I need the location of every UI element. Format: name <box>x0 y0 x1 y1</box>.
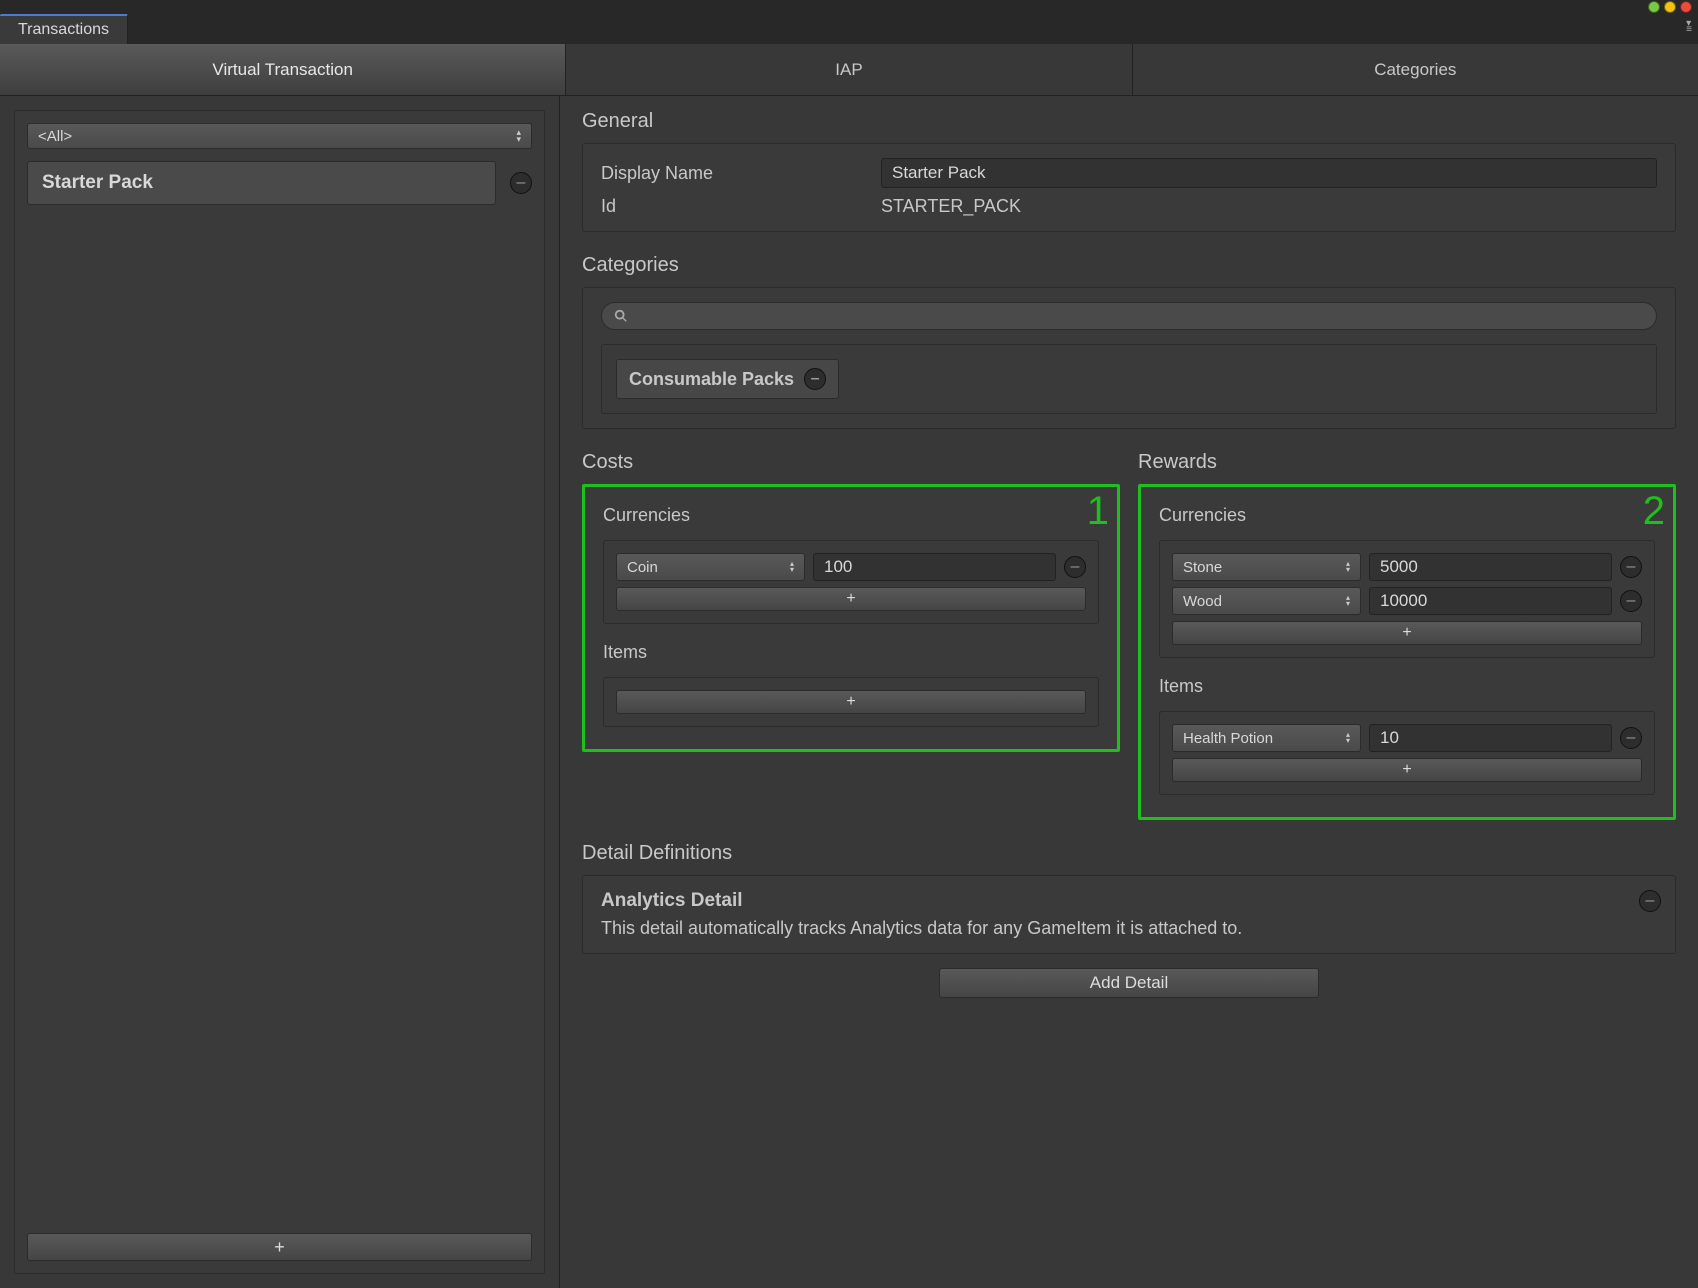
reward-currency-amount[interactable] <box>1369 553 1612 581</box>
costs-items-title: Items <box>603 642 1099 663</box>
tab-transactions[interactable]: Transactions <box>0 14 128 44</box>
rewards-items-title: Items <box>1159 676 1655 697</box>
cost-currency-name: Coin <box>627 559 658 576</box>
remove-reward-currency-button[interactable] <box>1620 556 1642 578</box>
sidebar-item-starter-pack[interactable]: Starter Pack <box>27 161 496 205</box>
general-title: General <box>582 110 1676 133</box>
rewards-annotation-number: 2 <box>1643 489 1665 534</box>
reward-item-row: Health Potion ▴▾ <box>1172 724 1642 752</box>
display-name-label: Display Name <box>601 163 881 184</box>
mode-iap[interactable]: IAP <box>566 44 1132 95</box>
reward-currency-row: Stone ▴▾ <box>1172 553 1642 581</box>
add-detail-button[interactable]: Add Detail <box>939 968 1319 998</box>
category-tag-consumable-packs[interactable]: Consumable Packs <box>616 359 839 399</box>
cost-currency-row: Coin ▴▾ <box>616 553 1086 581</box>
category-tag-container: Consumable Packs <box>601 344 1657 414</box>
costs-currencies-title: Currencies <box>603 505 1099 526</box>
chevron-updown-icon: ▴▾ <box>1346 561 1350 573</box>
costs-rewards-section: Costs 1 Currencies Coin ▴▾ <box>582 451 1676 820</box>
id-label: Id <box>601 196 881 217</box>
reward-currency-dropdown[interactable]: Stone ▴▾ <box>1172 553 1361 581</box>
titlebar <box>0 0 1698 14</box>
rewards-title: Rewards <box>1138 451 1676 474</box>
detail-definition-description: This detail automatically tracks Analyti… <box>601 918 1657 939</box>
chevron-updown-icon: ▴▾ <box>1346 595 1350 607</box>
search-icon <box>614 309 628 323</box>
sidebar: <All> ▴▾ Starter Pack + <box>0 96 560 1288</box>
add-reward-item-button[interactable]: + <box>1172 758 1642 782</box>
categories-section: Categories Consumable Packs <box>582 254 1676 429</box>
rewards-box: 2 Currencies Stone ▴▾ <box>1138 484 1676 820</box>
rewards-items-box: Health Potion ▴▾ + <box>1159 711 1655 795</box>
remove-reward-item-button[interactable] <box>1620 727 1642 749</box>
detail-panel: General Display Name Id STARTER_PACK Cat… <box>560 96 1698 1288</box>
remove-reward-currency-button[interactable] <box>1620 590 1642 612</box>
reward-currency-row: Wood ▴▾ <box>1172 587 1642 615</box>
category-search-input[interactable] <box>601 302 1657 330</box>
tab-strip: Transactions ▾≡ <box>0 14 1698 44</box>
id-value: STARTER_PACK <box>881 196 1657 217</box>
reward-item-amount[interactable] <box>1369 724 1612 752</box>
costs-items-box: + <box>603 677 1099 727</box>
remove-detail-definition-button[interactable] <box>1639 890 1661 912</box>
remove-category-button[interactable] <box>804 368 826 390</box>
chevron-updown-icon: ▴▾ <box>516 129 521 143</box>
reward-currency-name: Stone <box>1183 559 1222 576</box>
main-split: <All> ▴▾ Starter Pack + General Display … <box>0 96 1698 1288</box>
rewards-currencies-box: Stone ▴▾ Wood ▴▾ <box>1159 540 1655 658</box>
rewards-column: Rewards 2 Currencies Stone ▴▾ <box>1138 451 1676 820</box>
costs-currencies-box: Coin ▴▾ + <box>603 540 1099 624</box>
detail-definition-entry: Analytics Detail This detail automatical… <box>582 875 1676 954</box>
category-tag-label: Consumable Packs <box>629 369 794 390</box>
costs-box: 1 Currencies Coin ▴▾ + <box>582 484 1120 752</box>
add-cost-currency-button[interactable]: + <box>616 587 1086 611</box>
add-cost-item-button[interactable]: + <box>616 690 1086 714</box>
add-reward-currency-button[interactable]: + <box>1172 621 1642 645</box>
general-section: General Display Name Id STARTER_PACK <box>582 110 1676 232</box>
sidebar-filter-dropdown[interactable]: <All> ▴▾ <box>27 123 532 149</box>
chevron-updown-icon: ▴▾ <box>1346 732 1350 744</box>
mode-categories[interactable]: Categories <box>1133 44 1698 95</box>
reward-currency-name: Wood <box>1183 593 1222 610</box>
reward-currency-amount[interactable] <box>1369 587 1612 615</box>
costs-column: Costs 1 Currencies Coin ▴▾ <box>582 451 1120 820</box>
traffic-light-red-icon[interactable] <box>1680 1 1692 13</box>
traffic-light-green-icon[interactable] <box>1648 1 1660 13</box>
display-name-input[interactable] <box>881 158 1657 188</box>
detail-definition-title: Analytics Detail <box>601 890 1657 912</box>
reward-item-name: Health Potion <box>1183 730 1273 747</box>
add-transaction-button[interactable]: + <box>27 1233 532 1261</box>
cost-currency-dropdown[interactable]: Coin ▴▾ <box>616 553 805 581</box>
costs-title: Costs <box>582 451 1120 474</box>
rewards-currencies-title: Currencies <box>1159 505 1655 526</box>
detail-definitions-title: Detail Definitions <box>582 842 1676 865</box>
window-options-button[interactable]: ▾≡ <box>1672 20 1692 34</box>
reward-item-dropdown[interactable]: Health Potion ▴▾ <box>1172 724 1361 752</box>
detail-definitions-section: Detail Definitions Analytics Detail This… <box>582 842 1676 998</box>
remove-transaction-button[interactable] <box>510 172 532 194</box>
reward-currency-dropdown[interactable]: Wood ▴▾ <box>1172 587 1361 615</box>
cost-currency-amount[interactable] <box>813 553 1056 581</box>
categories-title: Categories <box>582 254 1676 277</box>
mode-bar: Virtual Transaction IAP Categories <box>0 44 1698 96</box>
window-traffic-lights <box>1648 1 1692 13</box>
sidebar-item-row: Starter Pack <box>27 161 532 205</box>
costs-annotation-number: 1 <box>1087 489 1109 534</box>
mode-virtual-transaction[interactable]: Virtual Transaction <box>0 44 566 95</box>
sidebar-filter-label: <All> <box>38 128 72 145</box>
traffic-light-yellow-icon[interactable] <box>1664 1 1676 13</box>
remove-cost-currency-button[interactable] <box>1064 556 1086 578</box>
chevron-updown-icon: ▴▾ <box>790 561 794 573</box>
